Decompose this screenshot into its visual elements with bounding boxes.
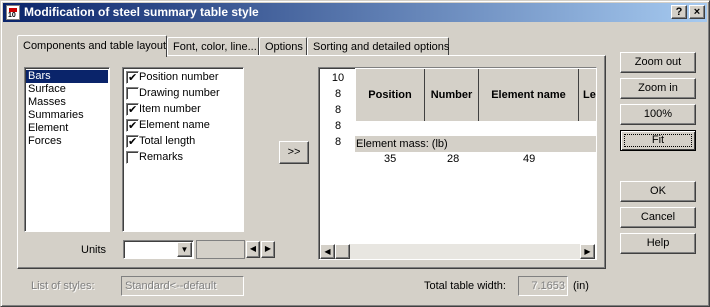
preview-hscrollbar[interactable]: ◀ ▶ xyxy=(320,244,595,259)
title-bar[interactable]: Modification of steel summary table styl… xyxy=(3,3,707,22)
units-label: Units xyxy=(81,244,107,256)
preview-header-row: Position Number Element name Le xyxy=(355,68,596,121)
styles-label: List of styles: xyxy=(31,280,95,292)
column-checkbox-item[interactable]: Element name xyxy=(124,117,242,134)
checkbox-unchecked-icon[interactable] xyxy=(126,87,139,100)
row-height-value: 10 xyxy=(331,72,345,84)
app-icon xyxy=(6,5,20,20)
mass-value: 28 xyxy=(447,153,460,165)
header-element-name: Element name xyxy=(479,69,579,121)
checkbox-label: Element name xyxy=(139,119,210,131)
tab-font-color-line[interactable]: Font, color, line... xyxy=(167,37,259,56)
mass-label-row: Element mass: (lb) xyxy=(355,136,596,152)
mass-values-row: 35 28 49 xyxy=(355,153,596,167)
zoom-100-button[interactable]: 100% xyxy=(620,104,696,125)
checkbox-checked-icon[interactable] xyxy=(126,118,139,134)
units-spinner-field xyxy=(196,240,245,259)
help-button[interactable]: Help xyxy=(620,233,696,254)
row-height-column: 10 8 8 8 8 xyxy=(322,70,354,150)
width-value: 7.1653 xyxy=(531,280,565,292)
column-checkbox-item[interactable]: Total length xyxy=(124,133,242,150)
help-title-button[interactable]: ? xyxy=(671,5,687,19)
header-number: Number xyxy=(425,69,479,121)
scroll-right-icon[interactable]: ▶ xyxy=(261,241,275,258)
width-label: Total table width: xyxy=(424,280,506,292)
scroll-left-icon[interactable]: ◀ xyxy=(320,244,335,259)
checkbox-label: Total length xyxy=(139,135,196,147)
units-select[interactable]: ▼ xyxy=(123,240,194,259)
component-item[interactable]: Summaries xyxy=(26,109,108,122)
tab-sorting-detailed[interactable]: Sorting and detailed options xyxy=(307,37,449,56)
column-checkbox-item[interactable]: Item number xyxy=(124,101,242,118)
column-checkbox-item[interactable]: Remarks xyxy=(124,149,242,165)
ok-button[interactable]: OK xyxy=(620,181,696,202)
checkbox-checked-icon[interactable] xyxy=(126,134,139,150)
styles-value: Standard<--default xyxy=(125,280,217,292)
row-height-value: 8 xyxy=(334,104,342,116)
chevron-down-icon[interactable]: ▼ xyxy=(177,242,192,257)
component-item[interactable]: Forces xyxy=(26,135,108,148)
component-item[interactable]: Masses xyxy=(26,96,108,109)
table-preview: 10 8 8 8 8 Position Number Element name Le E… xyxy=(318,67,597,260)
styles-field: Standard<--default xyxy=(121,276,244,296)
header-length: Le xyxy=(579,69,596,121)
components-list[interactable]: Bars Surface Masses Summaries Element Forces xyxy=(24,67,110,232)
tab-components-layout[interactable]: Components and table layout xyxy=(17,35,167,57)
row-height-value: 8 xyxy=(334,120,342,132)
tab-options[interactable]: Options xyxy=(259,37,307,56)
window-title: Modification of steel summary table styl… xyxy=(24,5,259,19)
columns-checklist[interactable]: Position number Drawing number Item number… xyxy=(122,67,244,232)
scroll-left-icon[interactable]: ◀ xyxy=(246,241,260,258)
width-field: 7.1653 xyxy=(518,276,568,296)
column-checkbox-item[interactable]: Drawing number xyxy=(124,85,242,101)
checkbox-label: Position number xyxy=(139,71,219,83)
zoom-out-button[interactable]: Zoom out xyxy=(620,52,696,73)
row-height-value: 8 xyxy=(334,136,342,148)
component-item[interactable]: Bars xyxy=(26,70,108,83)
mass-value: 49 xyxy=(523,153,536,165)
scroll-right-icon[interactable]: ▶ xyxy=(580,244,595,259)
checkbox-label: Remarks xyxy=(139,151,184,163)
checkbox-label: Item number xyxy=(139,103,201,115)
checkbox-label: Drawing number xyxy=(139,87,220,99)
checkbox-checked-icon[interactable] xyxy=(126,70,139,86)
component-item[interactable]: Surface xyxy=(26,83,108,96)
move-right-button[interactable]: >> xyxy=(279,141,309,164)
close-title-button[interactable]: × xyxy=(689,5,705,19)
width-unit: (in) xyxy=(573,280,589,292)
header-position: Position xyxy=(356,69,425,121)
zoom-in-button[interactable]: Zoom in xyxy=(620,78,696,99)
fit-button[interactable]: Fit xyxy=(620,130,696,151)
cancel-button[interactable]: Cancel xyxy=(620,207,696,228)
checkbox-unchecked-icon[interactable] xyxy=(126,151,139,164)
scrollbar-thumb[interactable] xyxy=(335,244,350,259)
row-height-value: 8 xyxy=(334,88,342,100)
checkbox-checked-icon[interactable] xyxy=(126,102,139,118)
mass-value: 35 xyxy=(384,153,397,165)
component-item[interactable]: Element xyxy=(26,122,108,135)
column-checkbox-item[interactable]: Position number xyxy=(124,69,242,86)
